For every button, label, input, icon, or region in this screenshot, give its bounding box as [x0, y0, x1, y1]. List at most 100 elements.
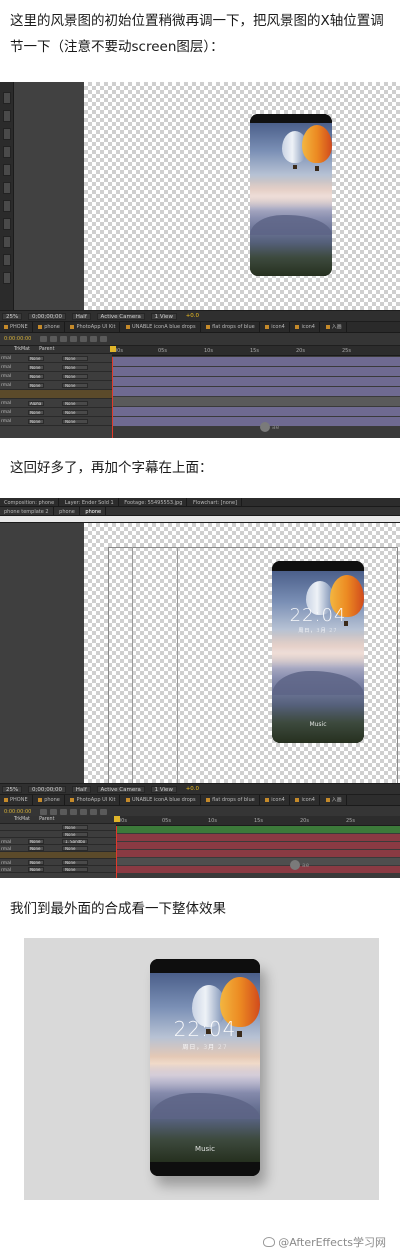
phone-mockup[interactable]	[250, 114, 332, 276]
camera-dropdown[interactable]: Active Camera	[96, 313, 145, 320]
time-ruler[interactable]: 00s 05s 10s 15s 20s 25s	[116, 816, 400, 826]
timeline-tracks[interactable]	[112, 357, 400, 438]
tab[interactable]: phone	[34, 322, 65, 332]
motion-blur-icon[interactable]	[90, 336, 97, 342]
view-layout-dropdown[interactable]: 1 View	[150, 786, 177, 793]
tab[interactable]: PHONE	[0, 795, 33, 805]
tab[interactable]: PHONE	[0, 322, 33, 332]
phone-mockup[interactable]: 22:04 周日，3月 27 Music	[272, 561, 364, 743]
layer-row[interactable]: rmal None None	[0, 417, 112, 426]
layer-bar[interactable]	[116, 834, 400, 841]
layer-row[interactable]	[0, 390, 112, 399]
layer-row[interactable]: rmal None None	[0, 408, 112, 417]
exposure-value[interactable]: +0.0	[183, 786, 202, 793]
playhead-handle[interactable]	[110, 346, 116, 352]
layer-row[interactable]: rmal None None	[0, 372, 112, 381]
tab[interactable]: flat drops of blue	[202, 322, 260, 332]
layer-row[interactable]: None	[0, 831, 116, 838]
comp-flow-icon[interactable]	[50, 336, 57, 342]
tab-flowchart[interactable]: Flowchart: [none]	[189, 498, 243, 506]
tab[interactable]: 入画	[322, 795, 347, 805]
layer-row[interactable]: rmal None None	[0, 381, 112, 390]
draft-3d-icon[interactable]	[60, 809, 67, 815]
layer-bar[interactable]	[116, 858, 400, 865]
composition-viewer[interactable]: 22:04 周日，3月 27 Music	[84, 523, 400, 795]
date-text: 周日，3月 27	[298, 628, 338, 634]
layer-row[interactable]: rmal None None	[0, 859, 116, 866]
tab[interactable]: icon4	[261, 795, 290, 805]
search-icon[interactable]	[40, 336, 47, 342]
comp-breadcrumb[interactable]: phone template 2 phone phone	[0, 507, 400, 516]
exposure-value[interactable]: +0.0	[183, 313, 202, 320]
layer-row[interactable]: rmal None None	[0, 363, 112, 372]
draft-3d-icon[interactable]	[60, 336, 67, 342]
layer-bar[interactable]	[112, 377, 400, 386]
shy-icon[interactable]	[70, 336, 77, 342]
layer-row[interactable]	[0, 852, 116, 859]
graph-editor-icon[interactable]	[100, 809, 107, 815]
breadcrumb-item[interactable]: phone template 2	[0, 507, 54, 515]
layer-bar[interactable]	[112, 357, 400, 366]
current-time[interactable]: 0;00;00;00	[27, 786, 67, 793]
graph-editor-icon[interactable]	[100, 336, 107, 342]
frame-blend-icon[interactable]	[80, 336, 87, 342]
zoom-dropdown[interactable]: 25%	[2, 786, 23, 793]
resolution-dropdown[interactable]: Half	[71, 313, 91, 320]
viewer-toolbar[interactable]: 25% 0;00;00;00 Half Active Camera 1 View…	[0, 310, 400, 322]
tab[interactable]: icon4	[291, 795, 320, 805]
tab[interactable]: UNABLE iconA blue drops	[122, 322, 201, 332]
viewer-toolbar[interactable]: 25% 0;00;00;00 Half Active Camera 1 View…	[0, 783, 400, 795]
layer-bar[interactable]	[112, 387, 400, 396]
layer-bar[interactable]	[116, 866, 400, 873]
current-time-indicator[interactable]	[112, 357, 113, 438]
zoom-dropdown[interactable]: 25%	[2, 313, 23, 320]
layer-bar[interactable]	[112, 417, 400, 426]
frame-blend-icon[interactable]	[80, 809, 87, 815]
work-area-bar[interactable]	[116, 826, 400, 833]
playhead-handle[interactable]	[114, 816, 120, 822]
timeline-tracks[interactable]	[116, 826, 400, 878]
tab-layer[interactable]: Layer: Ender Sold 1	[61, 498, 119, 506]
tab[interactable]: 入画	[322, 322, 347, 332]
layer-row[interactable]: rmal None None	[0, 866, 116, 873]
layer-row[interactable]: None	[0, 824, 116, 831]
shy-icon[interactable]	[70, 809, 77, 815]
tab[interactable]: icon4	[291, 322, 320, 332]
tab-footage[interactable]: Footage: 55495553.jpg	[120, 498, 188, 506]
layer-row[interactable]: rmal None 1. Sandbo	[0, 838, 116, 845]
tab-composition[interactable]: Composition: phone	[0, 498, 60, 506]
current-time-indicator[interactable]	[116, 826, 117, 878]
layer-bar[interactable]	[112, 397, 400, 406]
tab[interactable]: UNABLE iconA blue drops	[122, 795, 201, 805]
landscape-layer: 22:04 周日，3月 27 Music	[150, 973, 260, 1162]
timeline-tabs[interactable]: PHONE phone PhotoApp UI Kit UNABLE iconA…	[0, 795, 400, 806]
layer-row[interactable]: rmal None None	[0, 845, 116, 852]
motion-blur-icon[interactable]	[90, 809, 97, 815]
composition-viewer[interactable]	[84, 82, 400, 310]
comp-flow-icon[interactable]	[50, 809, 57, 815]
panel-tabs[interactable]: Composition: phone Layer: Ender Sold 1 F…	[0, 498, 400, 507]
view-layout-dropdown[interactable]: 1 View	[150, 313, 177, 320]
layer-bar[interactable]	[116, 850, 400, 857]
layer-bar[interactable]	[112, 367, 400, 376]
tab[interactable]: icon4	[261, 322, 290, 332]
breadcrumb-item[interactable]: phone	[81, 507, 107, 515]
layer-bar[interactable]	[116, 842, 400, 849]
layer-bar[interactable]	[112, 407, 400, 416]
current-time[interactable]: 0;00;00;00	[27, 313, 67, 320]
timeline-controls: 0:00:00:00	[0, 333, 400, 346]
layer-row[interactable]: rmal None None	[0, 354, 112, 363]
timeline-tabs[interactable]: PHONE phone PhotoApp UI Kit UNABLE iconA…	[0, 322, 400, 333]
tab[interactable]: PhotoApp UI Kit	[66, 795, 121, 805]
tab[interactable]: flat drops of blue	[202, 795, 260, 805]
breadcrumb-item[interactable]: phone	[55, 507, 80, 515]
tab[interactable]: PhotoApp UI Kit	[66, 322, 121, 332]
resolution-dropdown[interactable]: Half	[71, 786, 91, 793]
tab[interactable]: phone	[34, 795, 65, 805]
time-ruler[interactable]: 00s 05s 10s 15s 20s 25s	[112, 346, 400, 356]
timeline-timecode[interactable]: 0:00:00:00	[4, 336, 31, 342]
search-icon[interactable]	[40, 809, 47, 815]
camera-dropdown[interactable]: Active Camera	[96, 786, 145, 793]
timeline-timecode[interactable]: 0:00:00:00	[4, 809, 31, 815]
layer-row[interactable]: rmal Alpha None	[0, 399, 112, 408]
